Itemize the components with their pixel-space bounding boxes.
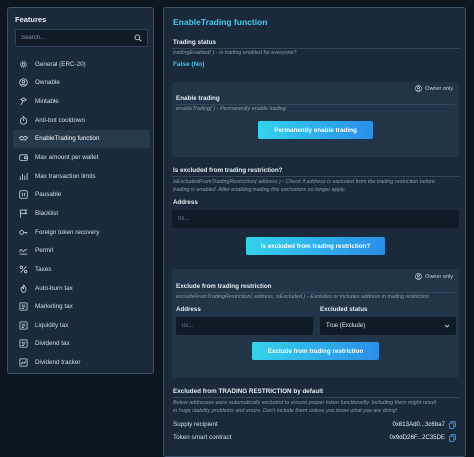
sidebar-item-liquidity-tax[interactable]: Liquidity tax — [13, 316, 150, 335]
sidebar-item-label: Taxes — [35, 265, 52, 273]
copy-icon[interactable] — [449, 434, 456, 442]
exclude-from-trading-restriction-button[interactable]: Exclude from trading restriction — [252, 342, 379, 360]
bar-chart-icon — [19, 172, 28, 181]
sidebar-item-label: Blacklist — [35, 209, 59, 217]
hammer-icon — [19, 97, 28, 106]
exclude-address-input[interactable] — [176, 317, 313, 335]
signature-icon — [19, 246, 28, 255]
sidebar-item-label: General (ERC-20) — [35, 60, 86, 68]
excluded-status-select[interactable]: True (Exclude) — [320, 317, 456, 335]
excluded-default-title: Excluded from TRADING RESTRICTION by def… — [173, 388, 324, 395]
exclude-desc: excludeFromTradingRestriction( address, … — [176, 294, 429, 300]
trading-status-value: False (No) — [173, 61, 205, 68]
sidebar-item-label: Permit — [35, 247, 54, 255]
sidebar-item-label: Auto-burn tax — [35, 284, 73, 292]
sidebar-item-auto-burn-tax[interactable]: Auto-burn tax — [13, 279, 150, 298]
sidebar-item-label: Liquidity tax — [35, 321, 69, 329]
sidebar-item-marketing-tax[interactable]: Marketing tax — [13, 297, 150, 316]
enable-trading-card: Owner only Enable trading enableTrading(… — [172, 82, 459, 157]
owner-only-badge: Owner only — [415, 85, 453, 92]
features-sidebar: Features General (ERC-20) Ownable Mintable… — [7, 7, 154, 374]
address-label: Address — [173, 199, 198, 206]
receipt-icon — [19, 302, 28, 311]
key-icon — [19, 228, 28, 237]
exclude-title: Exclude from trading restriction — [176, 283, 272, 290]
supply-recipient-address: 0x813Ad0...3c6ba7 — [392, 421, 445, 428]
is-excluded-desc-line1: isExcludedFromTradingRestriction( addres… — [173, 179, 436, 185]
search-box[interactable] — [15, 29, 148, 47]
receipt-icon — [19, 339, 28, 348]
divider — [172, 176, 459, 177]
excluded-status-value: True (Exclude) — [326, 323, 366, 329]
sidebar-item-general-erc-20[interactable]: General (ERC-20) — [13, 55, 150, 74]
sidebar-item-max-amount-per-wallet[interactable]: Max amount per wallet — [13, 148, 150, 167]
sidebar-item-label: Max amount per wallet — [35, 154, 99, 162]
excluded-status-label: Excluded status — [320, 306, 368, 313]
owner-only-label: Owner only — [425, 273, 453, 280]
sidebar-item-max-transaction-limits[interactable]: Max transaction limits — [13, 167, 150, 186]
sidebar-item-label: Ownable — [35, 79, 60, 87]
sidebar-item-foreign-token-recovery[interactable]: Foreign token recovery — [13, 223, 150, 242]
sidebar-item-label: Anti-bot cooldown — [35, 116, 86, 124]
sidebar-item-label: Pausable — [35, 191, 62, 199]
sidebar-item-taxes[interactable]: Taxes — [13, 260, 150, 279]
wallet-icon — [19, 153, 28, 162]
search-icon[interactable] — [134, 34, 142, 42]
enable-trading-panel: EnableTrading function Trading status tr… — [163, 7, 466, 457]
address-label: Address — [176, 306, 201, 313]
tracker-icon — [19, 358, 28, 367]
sidebar-item-anti-bot-cooldown[interactable]: Anti-bot cooldown — [13, 111, 150, 130]
sidebar-item-label: Foreign token recovery — [35, 228, 100, 236]
user-circle-icon — [415, 273, 422, 280]
owner-only-label: Owner only — [425, 85, 453, 92]
percent-icon — [19, 265, 28, 274]
sidebar-item-pausable[interactable]: Pausable — [13, 185, 150, 204]
feature-nav: General (ERC-20) Ownable Mintable Anti-bot … — [13, 55, 150, 372]
flag-icon — [19, 209, 28, 218]
sidebar-item-mintable[interactable]: Mintable — [13, 92, 150, 111]
sidebar-item-dividend-tax[interactable]: Dividend tax — [13, 335, 150, 354]
sidebar-item-ownable[interactable]: Ownable — [13, 74, 150, 93]
is-excluded-desc-line2: trading is enabled. After enabling tradi… — [173, 187, 346, 193]
page-title: EnableTrading function — [173, 17, 268, 27]
sidebar-item-permit[interactable]: Permit — [13, 241, 150, 260]
gear-icon — [19, 60, 28, 69]
copy-icon[interactable] — [449, 421, 456, 429]
divider — [172, 397, 459, 398]
permanently-enable-trading-button[interactable]: Permanently enable trading — [258, 121, 373, 139]
is-excluded-button[interactable]: Is excluded from trading restriction? — [246, 237, 385, 255]
pause-icon — [19, 190, 28, 199]
exclude-card: Owner only Exclude from trading restrict… — [172, 269, 459, 378]
enable-trading-desc: enableTrading( ) - Permanently enable tr… — [176, 106, 286, 112]
token-contract-address: 0x9dD26F...2C35DE — [389, 434, 445, 441]
token-contract-label: Token smart contract — [173, 434, 232, 441]
owner-only-badge: Owner only — [415, 273, 453, 280]
chevron-down-icon — [444, 324, 450, 328]
excluded-default-desc-line2: in huge stability problems and errors. D… — [173, 408, 398, 414]
user-circle-icon — [415, 85, 422, 92]
sidebar-item-label: Mintable — [35, 98, 59, 106]
sidebar-item-label: Marketing tax — [35, 303, 73, 311]
trading-status-title: Trading status — [173, 39, 217, 46]
sidebar-item-label: EnableTrading function — [35, 135, 100, 143]
sidebar-item-dividend-tracker[interactable]: Dividend tracker — [13, 353, 150, 372]
is-excluded-address-input[interactable] — [172, 210, 459, 228]
search-input[interactable] — [16, 30, 136, 46]
receipt-icon — [19, 321, 28, 330]
fire-icon — [19, 283, 28, 293]
sidebar-item-label: Dividend tax — [35, 340, 70, 348]
sidebar-item-label: Dividend tracker — [35, 359, 81, 367]
sidebar-item-label: Max transaction limits — [35, 172, 96, 180]
sidebar-title: Features — [15, 15, 47, 24]
enable-trading-title: Enable trading — [176, 95, 220, 102]
sidebar-item-enabletrading-function[interactable]: EnableTrading function — [13, 129, 150, 149]
handshake-icon — [19, 134, 28, 143]
sidebar-item-blacklist[interactable]: Blacklist — [13, 204, 150, 223]
stopwatch-icon — [19, 116, 28, 125]
trading-status-desc: tradingEnabled( ) - Is trading enabled f… — [173, 50, 297, 56]
is-excluded-title: Is excluded from trading restriction? — [173, 167, 283, 174]
supply-recipient-label: Supply recipient — [173, 421, 218, 428]
user-circle-icon — [19, 78, 28, 88]
excluded-default-desc-line1: Below addresses were automatically exclu… — [173, 400, 436, 406]
